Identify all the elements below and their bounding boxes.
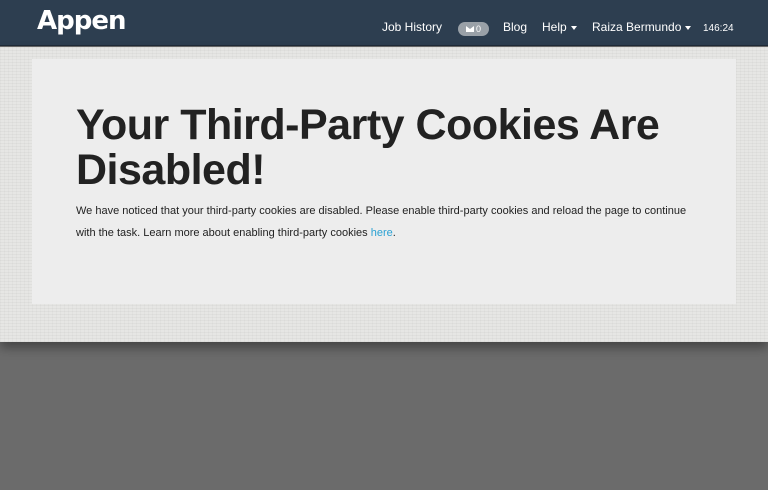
nav-blog[interactable]: Blog (503, 20, 527, 34)
top-navbar: Appen Job History 0 Blog Help Raiza Berm… (0, 0, 768, 46)
nav-job-history[interactable]: Job History (382, 20, 442, 34)
nav-user-label: Raiza Bermundo (592, 20, 682, 34)
nav-user-dropdown[interactable]: Raiza Bermundo (592, 20, 692, 34)
notice-title: Your Third-Party Cookies Are Disabled! (76, 101, 660, 194)
brand-logo[interactable]: Appen (37, 6, 126, 36)
notice-help-link[interactable]: here (371, 227, 393, 239)
cookie-notice-card: Your Third-Party Cookies Are Disabled! W… (32, 59, 736, 304)
messages-count: 0 (475, 24, 481, 34)
nav-help-label: Help (542, 20, 567, 34)
caret-down-icon (570, 25, 577, 30)
task-timer: 146:24 (703, 23, 734, 34)
messages-badge[interactable]: 0 (458, 22, 489, 36)
notice-period: . (392, 227, 396, 239)
envelope-icon (465, 26, 474, 32)
caret-down-icon (685, 25, 692, 30)
notice-body: We have noticed that your third-party co… (76, 200, 696, 244)
nav-help-dropdown[interactable]: Help (542, 20, 577, 34)
